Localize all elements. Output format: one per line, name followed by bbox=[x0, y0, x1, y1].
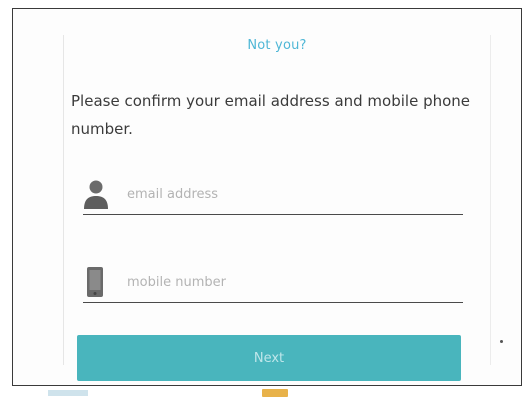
card-right-edge bbox=[490, 35, 491, 365]
confirm-card: Not you? Please confirm your email addre… bbox=[63, 9, 491, 385]
card-left-edge bbox=[63, 35, 64, 365]
email-field[interactable] bbox=[83, 176, 463, 215]
not-you-link[interactable]: Not you? bbox=[63, 38, 491, 53]
scan-artifact-bottom bbox=[262, 389, 288, 397]
person-icon bbox=[83, 178, 109, 210]
next-button[interactable]: Next bbox=[77, 335, 461, 381]
email-input[interactable] bbox=[125, 182, 459, 206]
instructions-text: Please confirm your email address and mo… bbox=[71, 92, 471, 138]
mobile-field[interactable] bbox=[83, 264, 463, 303]
phone-icon bbox=[83, 266, 109, 298]
mobile-input[interactable] bbox=[125, 270, 459, 294]
screenshot-frame: Not you? Please confirm your email addre… bbox=[12, 8, 522, 386]
scan-artifact-left bbox=[48, 390, 88, 396]
scan-speck bbox=[500, 340, 503, 343]
